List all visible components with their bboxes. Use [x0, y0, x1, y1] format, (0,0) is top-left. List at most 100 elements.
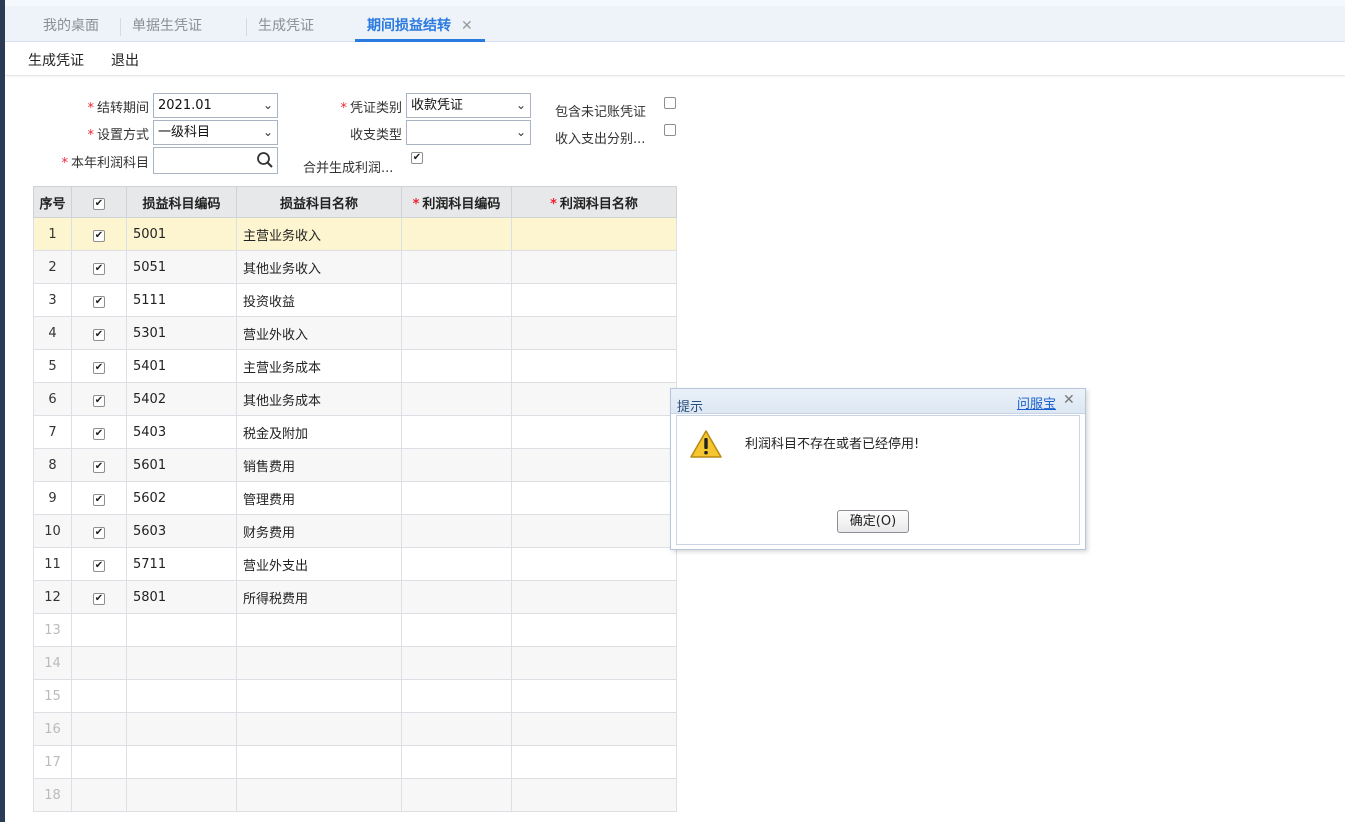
select-all-checkbox[interactable]: ✔ [93, 197, 105, 210]
profit-code-cell[interactable] [401, 778, 512, 812]
row-select-cell[interactable] [71, 745, 127, 779]
table-row[interactable]: 10 ✔ 5603 财务费用 [33, 514, 677, 548]
row-checkbox[interactable]: ✔ [93, 328, 105, 341]
pl-name-cell[interactable]: 营业外收入 [236, 316, 402, 350]
help-link[interactable]: 问服宝 [1017, 393, 1056, 412]
pl-name-cell[interactable]: 管理费用 [236, 481, 402, 515]
profit-code-cell[interactable] [401, 250, 512, 284]
profit-name-cell[interactable] [511, 250, 677, 284]
close-icon[interactable]: ✕ [1063, 392, 1075, 408]
row-select-cell[interactable] [71, 679, 127, 713]
profit-name-cell[interactable] [511, 481, 677, 515]
pl-name-cell[interactable] [236, 679, 402, 713]
pl-name-cell[interactable]: 投资收益 [236, 283, 402, 317]
table-row[interactable]: 2 ✔ 5051 其他业务收入 [33, 250, 677, 284]
pl-code-cell[interactable] [126, 646, 237, 680]
profit-name-cell[interactable] [511, 778, 677, 812]
profit-name-cell[interactable] [511, 514, 677, 548]
pl-code-cell[interactable] [126, 679, 237, 713]
pl-name-cell[interactable]: 财务费用 [236, 514, 402, 548]
pl-code-cell[interactable]: 5401 [126, 349, 237, 383]
table-row[interactable]: 17 [33, 745, 677, 779]
tab-close-icon[interactable]: ✕ [461, 18, 473, 34]
table-row[interactable]: 4 ✔ 5301 营业外收入 [33, 316, 677, 350]
profit-name-cell[interactable] [511, 547, 677, 581]
profit-name-cell[interactable] [511, 217, 677, 251]
row-select-cell[interactable]: ✔ [71, 514, 127, 548]
row-checkbox[interactable]: ✔ [93, 592, 105, 605]
profit-name-cell[interactable] [511, 580, 677, 614]
table-row[interactable]: 16 [33, 712, 677, 746]
row-checkbox[interactable]: ✔ [93, 460, 105, 473]
row-select-cell[interactable]: ✔ [71, 382, 127, 416]
pl-name-cell[interactable]: 主营业务成本 [236, 349, 402, 383]
income-expense-type-select[interactable]: ⌄ [406, 120, 531, 145]
row-select-cell[interactable]: ✔ [71, 580, 127, 614]
profit-code-cell[interactable] [401, 283, 512, 317]
row-select-cell[interactable] [71, 712, 127, 746]
row-select-cell[interactable]: ✔ [71, 349, 127, 383]
income-expense-split-checkbox[interactable] [664, 124, 676, 136]
row-select-cell[interactable] [71, 646, 127, 680]
profit-code-cell[interactable] [401, 613, 512, 647]
profit-code-cell[interactable] [401, 712, 512, 746]
merge-profit-checkbox[interactable]: ✔ [411, 152, 423, 164]
pl-code-cell[interactable] [126, 778, 237, 812]
pl-code-cell[interactable]: 5601 [126, 448, 237, 482]
profit-code-cell[interactable] [401, 448, 512, 482]
row-checkbox[interactable]: ✔ [93, 295, 105, 308]
profit-name-cell[interactable] [511, 712, 677, 746]
pl-code-cell[interactable]: 5801 [126, 580, 237, 614]
row-checkbox[interactable]: ✔ [93, 493, 105, 506]
search-icon[interactable] [256, 151, 274, 169]
profit-code-cell[interactable] [401, 547, 512, 581]
table-row[interactable]: 6 ✔ 5402 其他业务成本 [33, 382, 677, 416]
profit-name-cell[interactable] [511, 283, 677, 317]
profit-code-cell[interactable] [401, 745, 512, 779]
pl-code-cell[interactable] [126, 745, 237, 779]
row-select-cell[interactable]: ✔ [71, 415, 127, 449]
table-row[interactable]: 15 [33, 679, 677, 713]
profit-code-cell[interactable] [401, 646, 512, 680]
pl-code-cell[interactable] [126, 613, 237, 647]
row-checkbox[interactable]: ✔ [93, 559, 105, 572]
profit-name-cell[interactable] [511, 646, 677, 680]
ok-button[interactable]: 确定(O) [837, 510, 909, 533]
table-row[interactable]: 1 ✔ 5001 主营业务收入 [33, 217, 677, 251]
setting-method-select[interactable]: 一级科目 ⌄ [153, 120, 278, 145]
pl-code-cell[interactable]: 5111 [126, 283, 237, 317]
table-row[interactable]: 14 [33, 646, 677, 680]
table-row[interactable]: 5 ✔ 5401 主营业务成本 [33, 349, 677, 383]
row-checkbox[interactable]: ✔ [93, 394, 105, 407]
pl-code-cell[interactable]: 5603 [126, 514, 237, 548]
period-select[interactable]: 2021.01 ⌄ [153, 93, 278, 118]
table-row[interactable]: 7 ✔ 5403 税金及附加 [33, 415, 677, 449]
profit-account-input[interactable] [153, 147, 278, 174]
row-select-cell[interactable]: ✔ [71, 316, 127, 350]
pl-code-cell[interactable]: 5403 [126, 415, 237, 449]
pl-name-cell[interactable] [236, 712, 402, 746]
pl-code-cell[interactable]: 5402 [126, 382, 237, 416]
profit-code-cell[interactable] [401, 679, 512, 713]
row-select-cell[interactable]: ✔ [71, 217, 127, 251]
pl-name-cell[interactable]: 所得税费用 [236, 580, 402, 614]
voucher-type-select[interactable]: 收款凭证 ⌄ [406, 93, 531, 118]
profit-code-cell[interactable] [401, 349, 512, 383]
profit-code-cell[interactable] [401, 316, 512, 350]
pl-name-cell[interactable] [236, 646, 402, 680]
table-row[interactable]: 12 ✔ 5801 所得税费用 [33, 580, 677, 614]
header-select-all[interactable]: ✔ [71, 186, 127, 218]
profit-name-cell[interactable] [511, 679, 677, 713]
row-select-cell[interactable]: ✔ [71, 283, 127, 317]
profit-name-cell[interactable] [511, 382, 677, 416]
tab-generate-voucher[interactable]: 生成凭证 [258, 16, 314, 42]
profit-code-cell[interactable] [401, 580, 512, 614]
row-checkbox[interactable]: ✔ [93, 361, 105, 374]
row-checkbox[interactable]: ✔ [93, 229, 105, 242]
row-checkbox[interactable]: ✔ [93, 526, 105, 539]
row-select-cell[interactable] [71, 778, 127, 812]
row-select-cell[interactable]: ✔ [71, 547, 127, 581]
pl-code-cell[interactable]: 5001 [126, 217, 237, 251]
row-select-cell[interactable]: ✔ [71, 250, 127, 284]
table-row[interactable]: 8 ✔ 5601 销售费用 [33, 448, 677, 482]
